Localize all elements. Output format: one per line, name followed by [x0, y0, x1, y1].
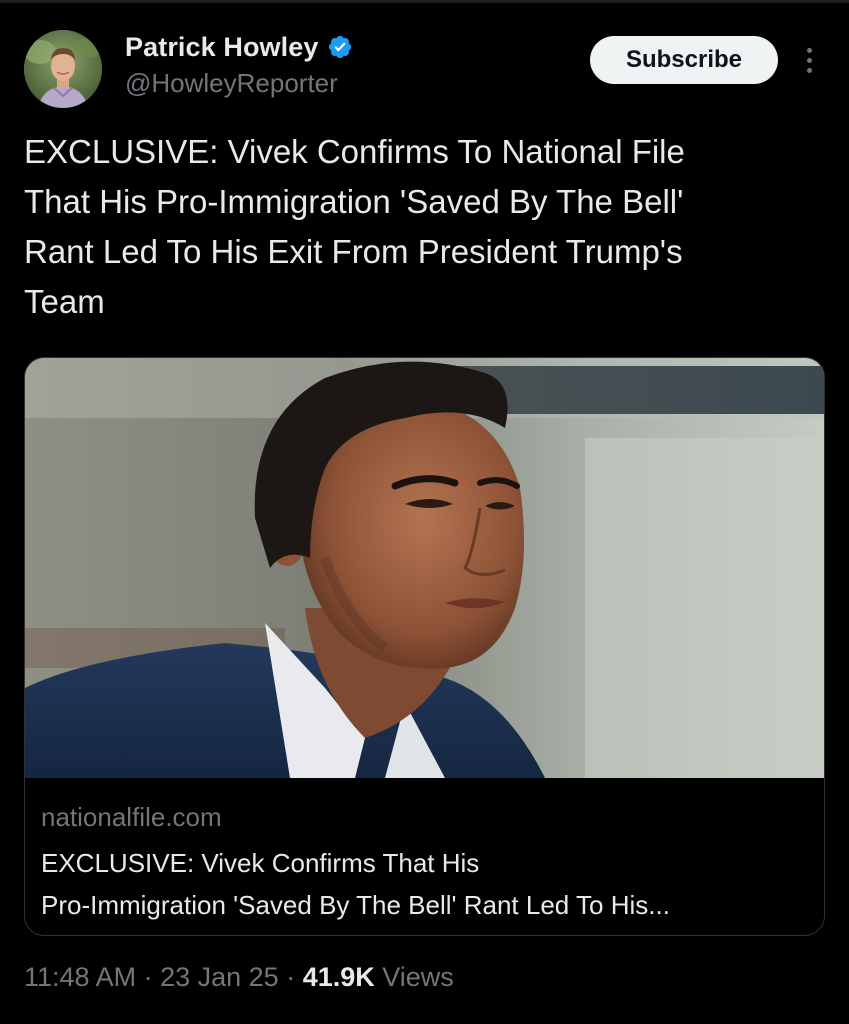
tweet-time[interactable]: 11:48 AM [24, 962, 136, 993]
link-card-title[interactable]: EXCLUSIVE: Vivek Confirms That His Pro-I… [41, 842, 811, 926]
author-display-name[interactable]: Patrick Howley [125, 32, 319, 63]
article-photo-icon [25, 358, 824, 778]
link-preview-card[interactable]: nationalfile.com EXCLUSIVE: Vivek Confir… [24, 357, 825, 936]
top-divider [0, 0, 849, 3]
author-handle[interactable]: @HowleyReporter [125, 68, 338, 99]
link-card-domain[interactable]: nationalfile.com [41, 802, 222, 833]
more-dot [806, 57, 812, 63]
views-label[interactable]: Views [375, 962, 454, 993]
more-dot [806, 67, 812, 73]
tweet-meta-row: 11:48 AM · 23 Jan 25 · 41.9K Views [24, 962, 454, 993]
tweet-text: EXCLUSIVE: Vivek Confirms To National Fi… [24, 133, 685, 320]
author-name-row[interactable]: Patrick Howley [125, 30, 353, 64]
verified-badge-icon[interactable] [327, 34, 353, 60]
more-vertical-icon[interactable] [798, 44, 820, 76]
link-preview-image[interactable] [25, 358, 824, 778]
subscribe-button[interactable]: Subscribe [590, 36, 778, 84]
tweet-date[interactable]: 23 Jan 25 [160, 962, 279, 993]
meta-separator: · [278, 962, 303, 992]
views-count[interactable]: 41.9K [303, 962, 375, 993]
more-dot [806, 47, 812, 53]
meta-separator: · [136, 962, 161, 992]
avatar-photo-icon [24, 30, 102, 108]
author-avatar[interactable] [24, 30, 102, 108]
